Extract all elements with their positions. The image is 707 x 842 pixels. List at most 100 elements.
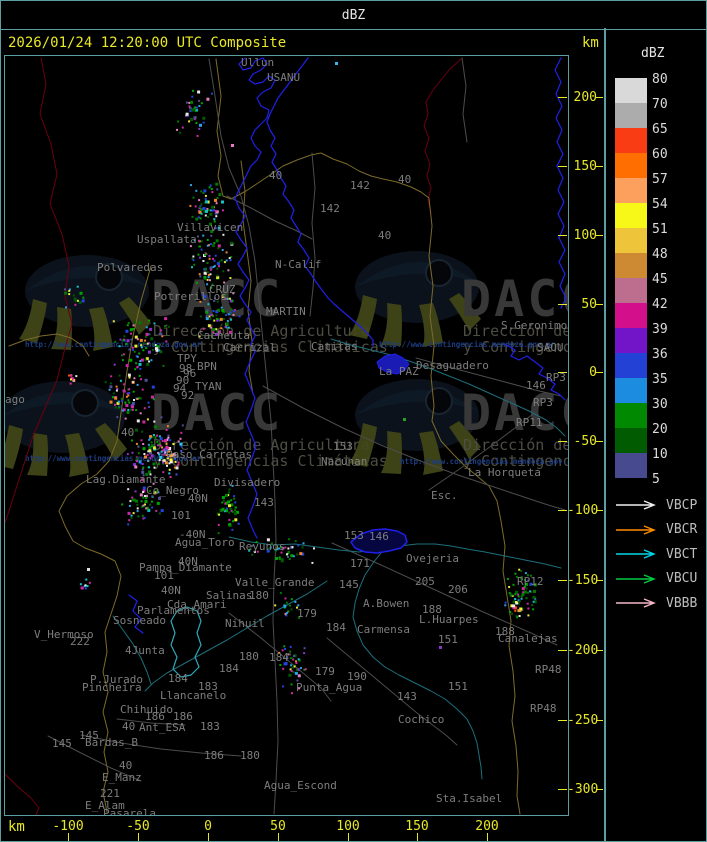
radar-echo <box>221 200 224 204</box>
map-label: 206 <box>448 583 468 596</box>
map-boundary <box>5 773 40 815</box>
radar-echo <box>144 335 147 338</box>
radar-echo <box>167 434 170 437</box>
panel-divider <box>604 28 606 842</box>
palette-swatch <box>615 428 647 453</box>
radar-echo <box>313 547 315 550</box>
radar-echo <box>215 202 218 205</box>
radar-echo <box>213 218 216 221</box>
radar-echo <box>231 300 234 303</box>
radar-echo <box>215 314 218 317</box>
radar-echo <box>199 275 202 278</box>
radar-echo <box>232 520 235 523</box>
v-axis-label: -200 <box>567 643 599 658</box>
radar-echo <box>237 522 240 525</box>
radar-echo <box>290 657 293 660</box>
watermark-text: http://www.contingencias.mendoza.gov.ar <box>379 340 556 349</box>
radar-echo <box>139 360 142 362</box>
radar-echo <box>206 262 209 264</box>
h-axis-tick <box>68 833 69 841</box>
radar-echo <box>202 207 206 210</box>
radar-echo <box>215 182 219 186</box>
radar-echo <box>179 437 182 440</box>
radar-echo <box>214 254 217 257</box>
radar-echo <box>212 310 215 312</box>
map-label: 143 <box>254 496 274 509</box>
v-axis-label: 50 <box>581 297 597 312</box>
radar-echo <box>153 322 156 325</box>
radar-echo <box>207 216 210 218</box>
radar-echo <box>234 518 238 522</box>
radar-echo <box>199 315 202 318</box>
radar-echo <box>192 89 194 92</box>
radar-echo <box>193 116 197 120</box>
radar-echo <box>227 500 231 504</box>
v-axis-tick <box>558 97 567 98</box>
radar-echo <box>74 300 77 302</box>
radar-echo <box>224 502 227 505</box>
radar-echo <box>285 601 288 604</box>
radar-echo <box>228 257 231 260</box>
radar-echo <box>218 260 221 263</box>
radar-echo <box>127 322 130 324</box>
map-label: S.Geronimo <box>501 319 567 332</box>
radar-echo <box>220 259 223 262</box>
radar-echo <box>279 591 282 594</box>
radar-echo <box>200 190 203 193</box>
radar-echo <box>208 254 211 257</box>
map-label: Pasarela <box>103 807 156 815</box>
radar-echo <box>197 90 201 94</box>
radar-echo <box>291 546 294 549</box>
h-axis-label: 150 <box>405 819 429 834</box>
radar-echo <box>120 354 123 357</box>
radar-echo <box>204 214 207 217</box>
map-label: Bardas_B <box>85 736 138 749</box>
map-label: RP48 <box>535 663 562 676</box>
map-label: 101 <box>171 509 191 522</box>
radar-echo <box>224 325 227 328</box>
radar-echo <box>64 288 67 291</box>
radar-echo <box>159 444 162 447</box>
radar-echo <box>214 209 217 212</box>
radar-echo <box>149 327 153 331</box>
h-axis-label: -100 <box>52 819 84 834</box>
radar-echo <box>188 105 191 108</box>
palette-swatch-label: 65 <box>652 122 668 137</box>
radar-echo <box>161 440 164 442</box>
v-axis-label: -250 <box>567 713 599 728</box>
radar-echo <box>153 420 156 423</box>
radar-echo <box>146 453 149 456</box>
radar-echo <box>532 600 535 603</box>
h-axis-tick <box>208 833 209 841</box>
map-label: 179 <box>297 607 317 620</box>
radar-echo <box>292 671 295 674</box>
radar-echo <box>140 500 143 503</box>
radar-echo <box>121 400 123 403</box>
radar-echo <box>205 317 209 321</box>
palette-swatch-label: 45 <box>652 272 668 287</box>
v-axis-tick <box>596 372 603 373</box>
radar-echo <box>140 378 142 381</box>
radar-echo <box>152 446 156 450</box>
radar-map[interactable]: DACCDirección de Agriculturay Contingenc… <box>5 56 568 815</box>
radar-echo <box>284 597 287 600</box>
palette-swatch <box>615 353 647 378</box>
radar-echo <box>230 308 233 311</box>
radar-echo <box>196 109 199 112</box>
radar-echo <box>139 412 142 415</box>
radar-echo <box>136 365 139 368</box>
radar-echo <box>198 105 201 107</box>
radar-echo <box>200 102 203 105</box>
map-label: 186 <box>204 749 224 762</box>
radar-echo <box>74 303 77 306</box>
map-label: 222 <box>70 635 90 648</box>
radar-echo <box>225 314 227 316</box>
radar-echo <box>132 512 135 515</box>
radar-echo <box>211 191 214 194</box>
radar-echo <box>139 338 143 342</box>
radar-echo <box>190 184 192 187</box>
radar-echo <box>225 251 228 254</box>
radar-echo <box>195 281 198 284</box>
map-label: 142 <box>320 202 340 215</box>
radar-echo <box>526 591 529 594</box>
